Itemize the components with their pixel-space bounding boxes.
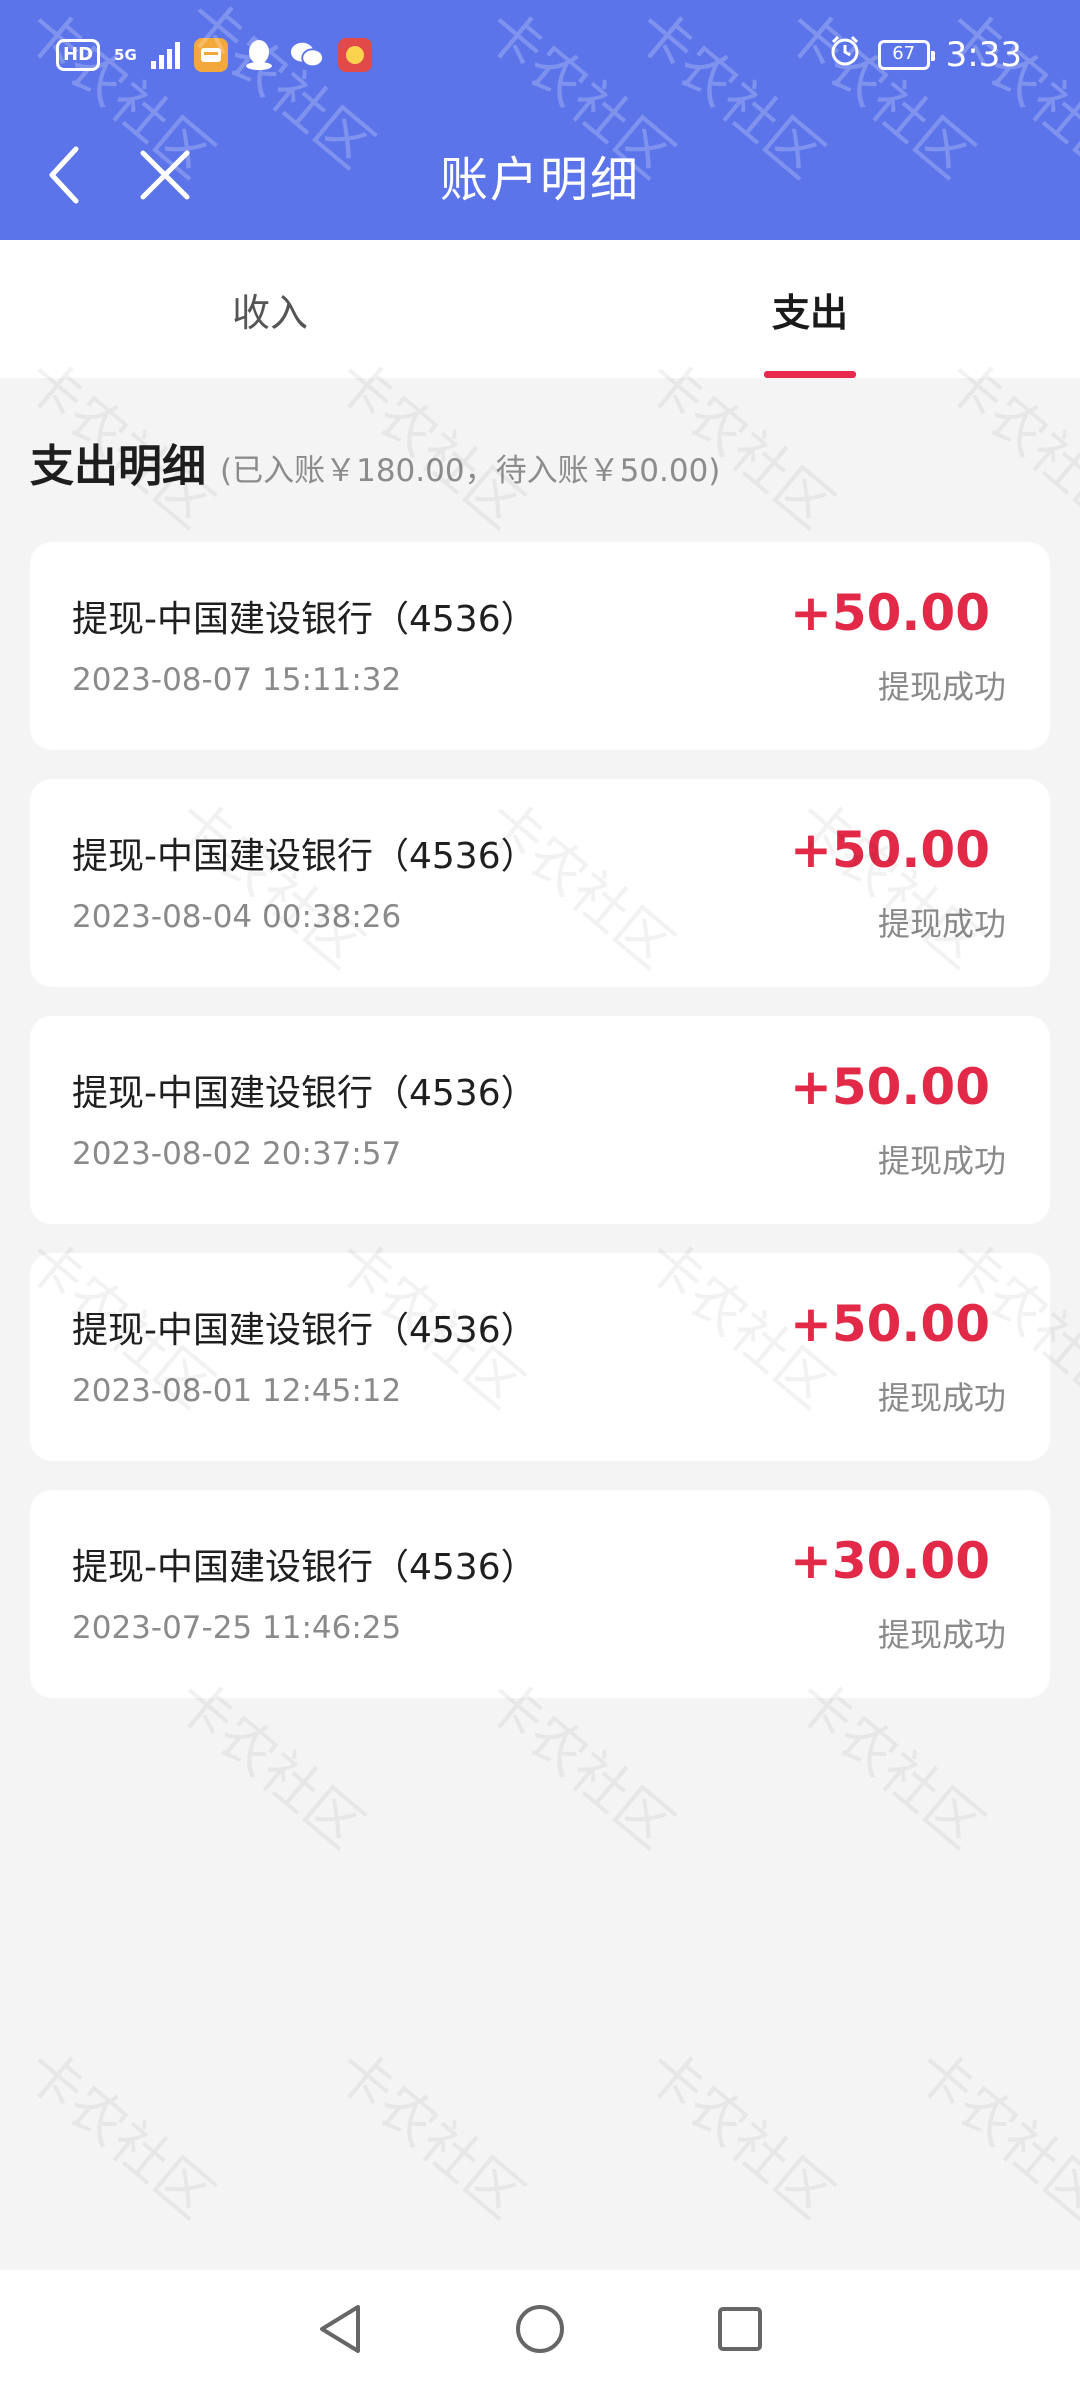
app-header: HD 5G 67 3:33 账户明细 卡农社区 卡农社区 卡农社区 卡农社区 卡… xyxy=(0,0,1080,240)
record-title: 提现-中国建设银行（4536） xyxy=(72,1547,537,1588)
record-status: 提现成功 xyxy=(877,905,1006,943)
list-item[interactable]: 提现-中国建设银行（4536） 2023-07-25 11:46:25 +30.… xyxy=(30,1490,1050,1698)
list-item[interactable]: 提现-中国建设银行（4536） 2023-08-01 12:45:12 +50.… xyxy=(30,1253,1050,1461)
page-title: 账户明细 xyxy=(439,152,640,208)
nav-recent-button[interactable] xyxy=(705,2294,775,2364)
tab-income[interactable]: 收入 xyxy=(0,240,540,378)
chevron-left-icon xyxy=(49,146,79,204)
watermark-text: 卡农社区 xyxy=(12,2037,226,2232)
network-indicator: 5G xyxy=(114,46,137,64)
record-time: 2023-08-04 00:38:26 xyxy=(72,899,402,935)
status-left: HD 5G xyxy=(56,38,372,72)
battery-indicator: 67 xyxy=(877,40,935,70)
record-time: 2023-08-01 12:45:12 xyxy=(72,1373,402,1409)
record-title: 提现-中国建设银行（4536） xyxy=(72,836,537,877)
record-status: 提现成功 xyxy=(877,1379,1006,1417)
record-list: 提现-中国建设银行（4536） 2023-08-07 15:11:32 +50.… xyxy=(30,542,1050,1727)
circle-home-icon xyxy=(516,2305,564,2353)
section-header: 支出明细 (已入账￥180.00，待入账￥50.00) xyxy=(30,430,720,494)
app-promo-icon xyxy=(337,38,372,72)
record-title: 提现-中国建设银行（4536） xyxy=(72,1073,537,1114)
list-item[interactable]: 提现-中国建设银行（4536） 2023-08-07 15:11:32 +50.… xyxy=(30,542,1050,750)
list-item[interactable]: 提现-中国建设银行（4536） 2023-08-02 20:37:57 +50.… xyxy=(30,1016,1050,1224)
back-button[interactable] xyxy=(30,140,100,210)
section-title: 支出明细 xyxy=(30,441,206,492)
qq-icon xyxy=(242,38,276,72)
record-amount: +50.00 xyxy=(789,1058,990,1116)
section-summary: (已入账￥180.00，待入账￥50.00) xyxy=(220,453,721,489)
watermark-text: 卡农社区 xyxy=(902,2037,1080,2232)
record-status: 提现成功 xyxy=(877,668,1006,706)
screen: HD 5G 67 3:33 账户明细 卡农社区 卡农社区 卡农社区 卡农社区 卡… xyxy=(0,0,1080,2388)
signal-icon xyxy=(150,41,180,69)
square-recent-icon xyxy=(718,2307,762,2351)
record-amount: +50.00 xyxy=(789,821,990,879)
nav-bar: 账户明细 xyxy=(0,110,1080,240)
system-nav-bar xyxy=(0,2270,1080,2388)
wechat-icon xyxy=(290,38,324,72)
hd-indicator: HD xyxy=(56,39,101,71)
nav-back-button[interactable] xyxy=(305,2294,375,2364)
tab-bar: 收入 支出 xyxy=(0,240,1080,378)
record-status: 提现成功 xyxy=(877,1616,1006,1654)
watermark-text: 卡农社区 xyxy=(632,2037,846,2232)
close-icon xyxy=(140,150,190,200)
alarm-icon xyxy=(828,34,862,77)
nav-home-button[interactable] xyxy=(505,2294,575,2364)
record-time: 2023-08-02 20:37:57 xyxy=(72,1136,402,1172)
record-title: 提现-中国建设银行（4536） xyxy=(72,599,537,640)
record-status: 提现成功 xyxy=(877,1142,1006,1180)
list-item[interactable]: 提现-中国建设银行（4536） 2023-08-04 00:38:26 +50.… xyxy=(30,779,1050,987)
record-title: 提现-中国建设银行（4536） xyxy=(72,1310,537,1351)
app-notification-icon xyxy=(193,38,228,72)
triangle-back-icon xyxy=(320,2305,360,2353)
record-amount: +30.00 xyxy=(789,1532,990,1590)
status-right: 67 3:33 xyxy=(828,34,1022,77)
tab-expense[interactable]: 支出 xyxy=(540,240,1080,378)
clock: 3:33 xyxy=(945,35,1022,75)
record-time: 2023-08-07 15:11:32 xyxy=(72,662,402,698)
watermark-text: 卡农社区 xyxy=(322,2037,536,2232)
record-amount: +50.00 xyxy=(789,1295,990,1353)
record-time: 2023-07-25 11:46:25 xyxy=(72,1610,402,1646)
record-amount: +50.00 xyxy=(789,584,990,642)
status-bar: HD 5G 67 3:33 xyxy=(0,0,1080,110)
close-button[interactable] xyxy=(130,140,200,210)
